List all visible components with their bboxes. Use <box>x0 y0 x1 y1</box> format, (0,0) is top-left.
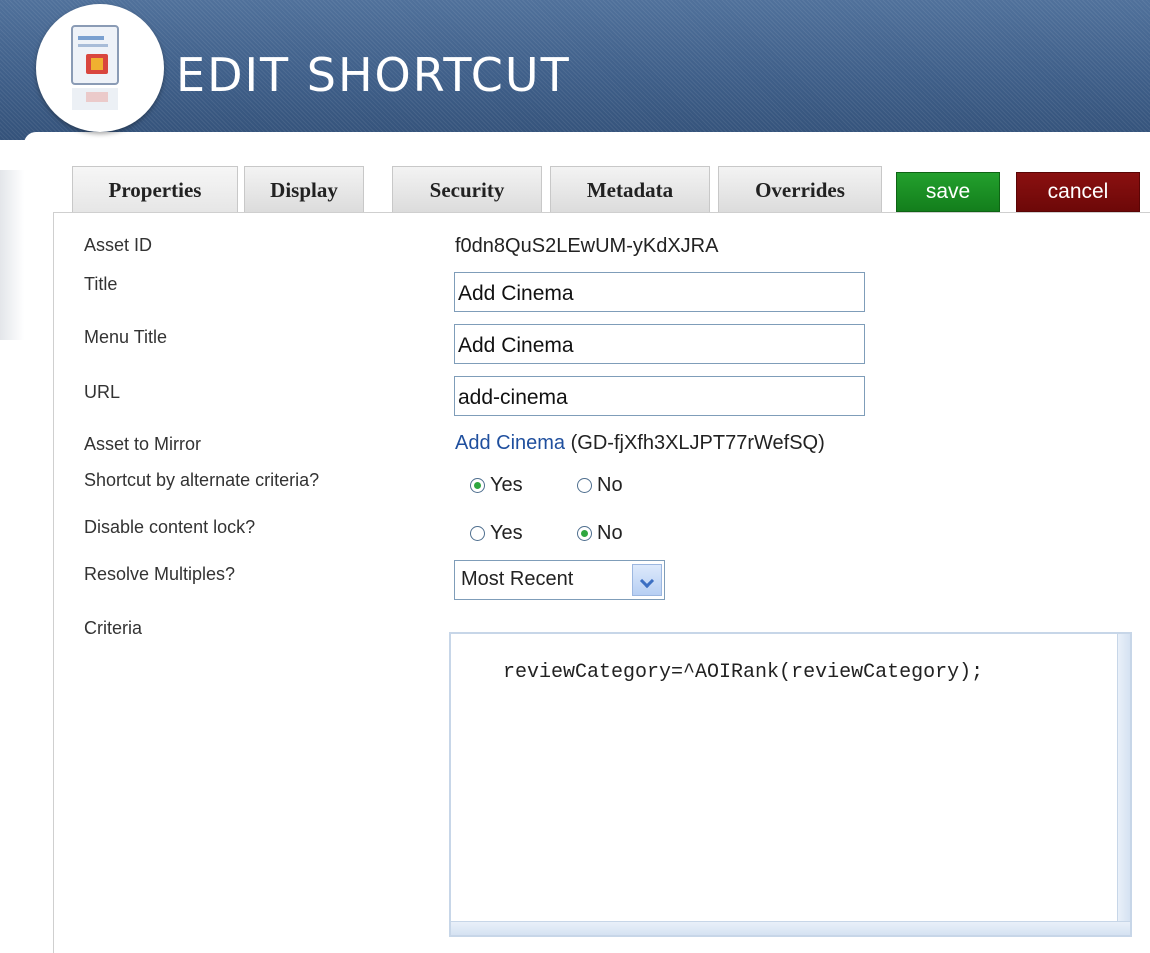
asset-to-mirror-id: (GD-fjXfh3XLJPT77rWefSQ) <box>570 432 825 454</box>
menu-title-label: Menu Title <box>84 327 168 347</box>
criteria-text: reviewCategory=^AOIRank(reviewCategory); <box>503 661 984 684</box>
resolve-multiples-value: Most Recent <box>461 568 574 590</box>
asset-id-value: f0dn8QuS2LEwUM-yKdXJRA <box>455 235 719 257</box>
title-label: Title <box>84 274 118 294</box>
tab-security[interactable]: Security <box>392 166 542 212</box>
document-icon <box>36 4 164 132</box>
cancel-button[interactable]: cancel <box>1016 172 1140 212</box>
page-title: EDIT SHORTCUT <box>176 48 571 102</box>
shortcut-alt-criteria-label: Shortcut by alternate criteria? <box>84 470 320 490</box>
shortcut-alt-criteria-no-label[interactable]: No <box>597 474 623 497</box>
title-input[interactable] <box>454 272 865 312</box>
tab-metadata[interactable]: Metadata <box>550 166 710 212</box>
resolve-multiples-label: Resolve Multiples? <box>84 564 236 584</box>
asset-id-label: Asset ID <box>84 235 153 255</box>
header-bar: EDIT SHORTCUT <box>0 0 1150 140</box>
url-label: URL <box>84 382 121 402</box>
content-area: Properties Display Security Metadata Ove… <box>24 132 1150 953</box>
tab-overrides[interactable]: Overrides <box>718 166 882 212</box>
url-input[interactable] <box>454 376 865 416</box>
save-button[interactable]: save <box>896 172 1000 212</box>
asset-to-mirror-label: Asset to Mirror <box>84 434 202 454</box>
criteria-label: Criteria <box>84 618 143 638</box>
shortcut-alt-criteria-yes-label[interactable]: Yes <box>490 474 523 497</box>
disable-content-lock-no-radio[interactable] <box>577 526 592 541</box>
left-shadow <box>0 170 24 340</box>
menu-title-input[interactable] <box>454 324 865 364</box>
criteria-textarea[interactable]: reviewCategory=^AOIRank(reviewCategory); <box>449 632 1132 937</box>
disable-content-lock-yes-radio[interactable] <box>470 526 485 541</box>
shortcut-alt-criteria-yes-radio[interactable] <box>470 478 485 493</box>
disable-content-lock-no-label[interactable]: No <box>597 522 623 545</box>
tab-properties[interactable]: Properties <box>72 166 238 212</box>
disable-content-lock-yes-label[interactable]: Yes <box>490 522 523 545</box>
resolve-multiples-select[interactable]: Most Recent <box>454 560 665 600</box>
asset-to-mirror-value: Add Cinema (GD-fjXfh3XLJPT77rWefSQ) <box>455 432 825 455</box>
shortcut-alt-criteria-no-radio[interactable] <box>577 478 592 493</box>
chevron-down-icon[interactable] <box>632 564 662 596</box>
asset-to-mirror-link[interactable]: Add Cinema <box>455 432 565 454</box>
textarea-vertical-scrollbar[interactable] <box>1117 634 1130 935</box>
tab-display[interactable]: Display <box>244 166 364 212</box>
textarea-resize-handle[interactable] <box>451 921 1130 935</box>
disable-content-lock-label: Disable content lock? <box>84 517 256 537</box>
